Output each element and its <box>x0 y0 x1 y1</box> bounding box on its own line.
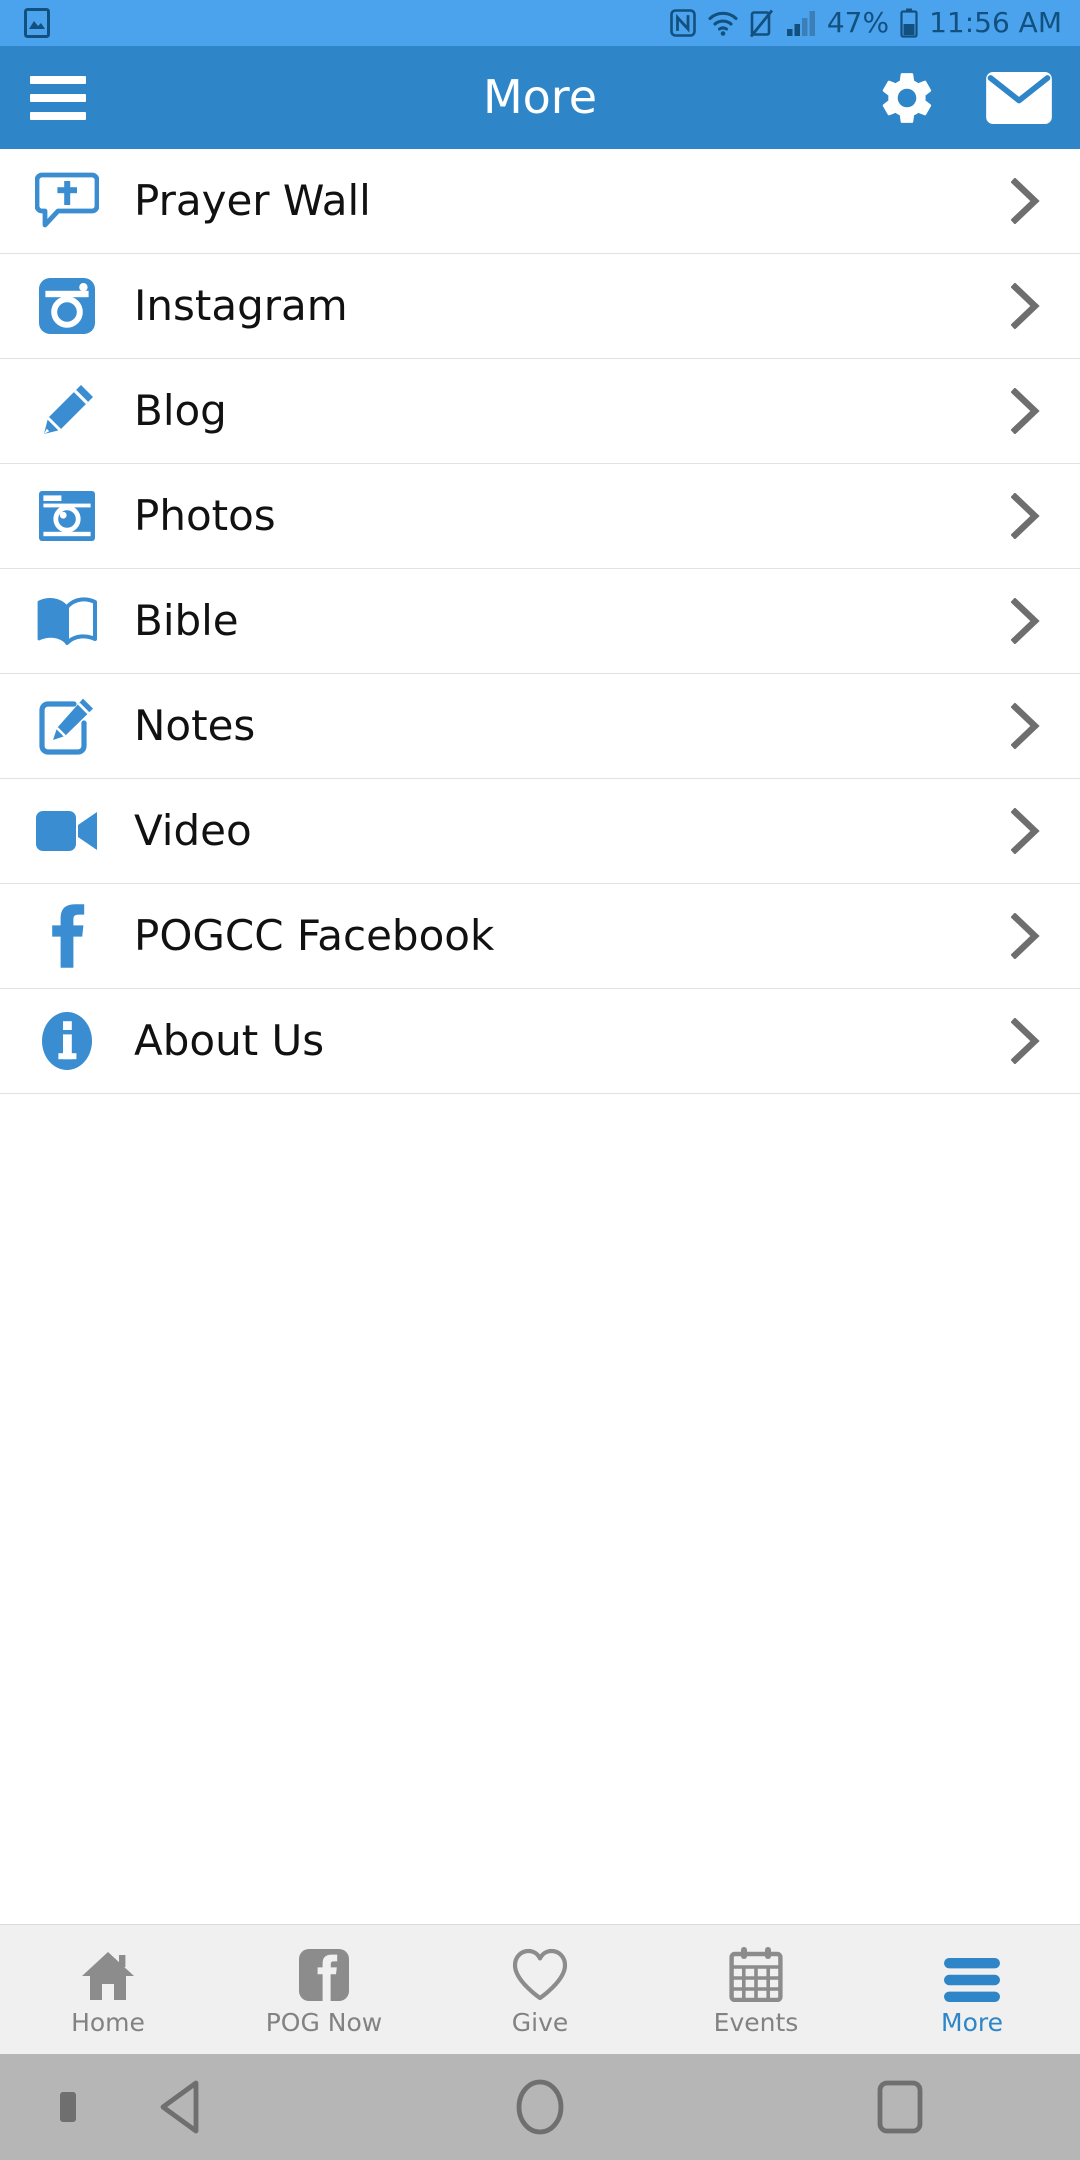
status-bar: 47% 11:56 AM <box>0 0 1080 46</box>
list-item-notes[interactable]: Notes <box>0 674 1080 779</box>
list-item-label: POGCC Facebook <box>134 911 495 960</box>
list-item-prayer-wall[interactable]: Prayer Wall <box>0 149 1080 254</box>
list-item-label: Bible <box>134 596 239 645</box>
note-edit-icon <box>30 689 104 763</box>
list-item-label: Prayer Wall <box>134 176 371 225</box>
status-bar-right-icons: 47% 11:56 AM <box>670 8 1062 38</box>
prayer-bubble-cross-icon <box>30 164 104 238</box>
phone-screen: 47% 11:56 AM More Prayer Wall Instagram … <box>0 0 1080 2160</box>
app-bar: More <box>0 46 1080 149</box>
hamburger-bar <box>30 93 86 102</box>
list-item-label: Photos <box>134 491 276 540</box>
list-item-bible[interactable]: Bible <box>0 569 1080 674</box>
info-circle-icon <box>30 1004 104 1078</box>
wifi-icon <box>708 11 738 36</box>
list-item-instagram[interactable]: Instagram <box>0 254 1080 359</box>
tab-events[interactable]: Events <box>648 1925 864 2054</box>
camera-icon <box>30 479 104 553</box>
hamburger-icon <box>944 1944 1000 2002</box>
battery-icon <box>900 8 918 38</box>
nfc-icon <box>670 9 696 37</box>
hamburger-bar <box>30 75 86 84</box>
hamburger-menu-icon[interactable] <box>30 75 86 120</box>
cellular-signal-icon <box>786 11 815 36</box>
list-item-photos[interactable]: Photos <box>0 464 1080 569</box>
list-item-label: About Us <box>134 1016 325 1065</box>
chevron-right-icon <box>1006 1018 1046 1064</box>
chevron-right-icon <box>1006 703 1046 749</box>
list-item-label: Instagram <box>134 281 348 330</box>
tab-label: Give <box>511 2008 569 2037</box>
tab-more[interactable]: More <box>864 1925 1080 2054</box>
list-item-about-us[interactable]: About Us <box>0 989 1080 1094</box>
tab-pog-now[interactable]: POG Now <box>216 1925 432 2054</box>
list-item-label: Notes <box>134 701 256 750</box>
list-item-video[interactable]: Video <box>0 779 1080 884</box>
video-camera-icon <box>30 794 104 868</box>
pencil-icon <box>30 374 104 448</box>
home-circle-icon[interactable] <box>360 2078 720 2136</box>
bottom-tab-bar: Home POG Now Give Events More <box>0 1924 1080 2054</box>
chevron-right-icon <box>1006 808 1046 854</box>
app-bar-actions <box>876 67 1052 129</box>
list-item-blog[interactable]: Blog <box>0 359 1080 464</box>
nav-indicator-dot <box>60 2092 76 2122</box>
recents-square-icon[interactable] <box>720 2079 1080 2135</box>
heart-icon <box>512 1944 568 2002</box>
back-triangle-icon[interactable] <box>0 2079 360 2135</box>
tab-home[interactable]: Home <box>0 1925 216 2054</box>
chevron-right-icon <box>1006 283 1046 329</box>
envelope-icon[interactable] <box>986 71 1052 124</box>
image-photo-icon <box>24 8 50 38</box>
status-bar-clock: 11:56 AM <box>929 6 1062 39</box>
more-menu-list: Prayer Wall Instagram Blog Photos Bible … <box>0 149 1080 1924</box>
tab-label: Home <box>71 2008 145 2037</box>
open-book-icon <box>30 584 104 658</box>
hamburger-bar <box>30 111 86 120</box>
instagram-icon <box>30 269 104 343</box>
vibrate-off-icon <box>749 9 773 37</box>
chevron-right-icon <box>1006 388 1046 434</box>
house-icon <box>80 1944 136 2002</box>
status-bar-left-icons <box>24 8 50 38</box>
battery-percent-label: 47% <box>826 6 890 39</box>
facebook-f-icon <box>30 899 104 973</box>
list-item-label: Blog <box>134 386 227 435</box>
chevron-right-icon <box>1006 493 1046 539</box>
tab-label: More <box>941 2008 1003 2037</box>
android-navigation-bar <box>0 2054 1080 2160</box>
chevron-right-icon <box>1006 178 1046 224</box>
chevron-right-icon <box>1006 598 1046 644</box>
gear-icon[interactable] <box>876 67 938 129</box>
tab-give[interactable]: Give <box>432 1925 648 2054</box>
list-item-label: Video <box>134 806 252 855</box>
calendar-icon <box>729 1944 783 2002</box>
list-item-pogcc-facebook[interactable]: POGCC Facebook <box>0 884 1080 989</box>
chevron-right-icon <box>1006 913 1046 959</box>
tab-label: POG Now <box>265 2008 383 2037</box>
facebook-icon <box>298 1944 350 2002</box>
tab-label: Events <box>713 2008 799 2037</box>
